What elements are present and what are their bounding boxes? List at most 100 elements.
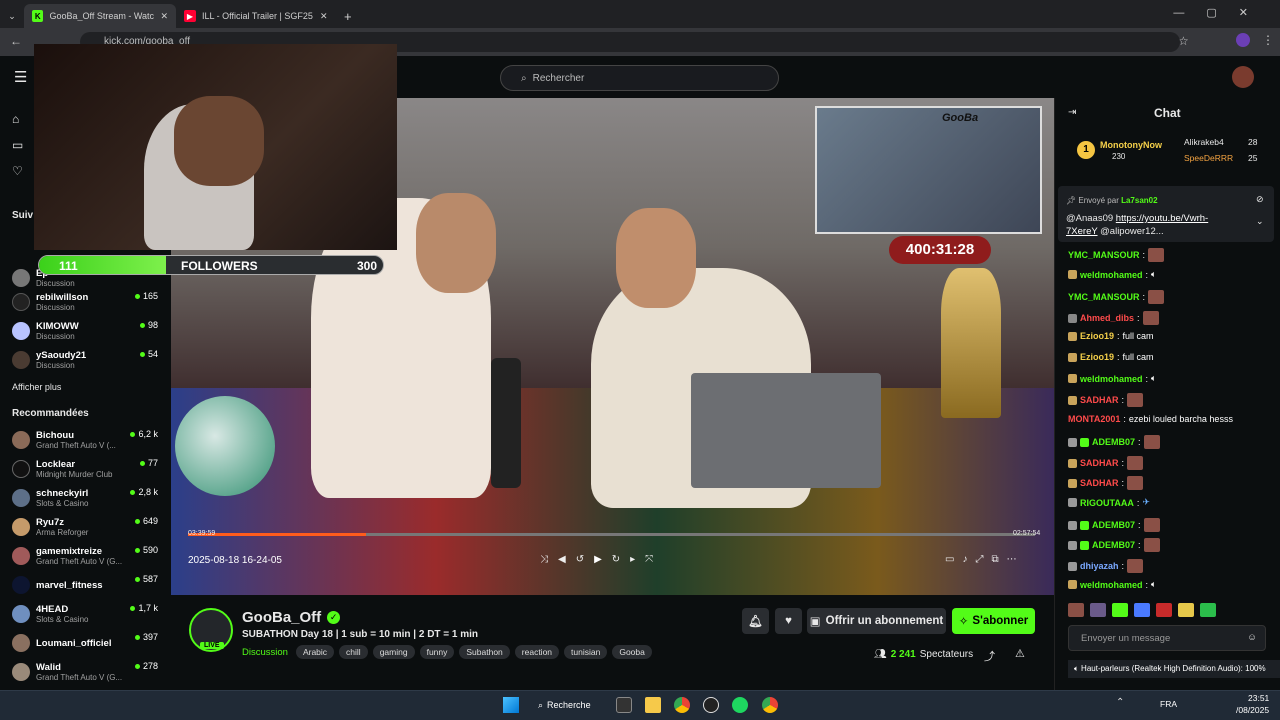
chat-username[interactable]: ADEMB07: [1092, 540, 1135, 550]
app-icon[interactable]: [703, 697, 719, 713]
subscribe-button[interactable]: ✧ S'abonner: [952, 608, 1035, 634]
playback-controls[interactable]: ⤨◀↺▶↻▸⤧: [540, 554, 663, 565]
unpin-icon[interactable]: ⊘: [1256, 194, 1264, 205]
chat-username[interactable]: YMC_MANSOUR: [1068, 292, 1140, 302]
report-warning-icon[interactable]: ⚠: [1015, 647, 1025, 660]
tag[interactable]: Gooba: [612, 645, 652, 659]
tag[interactable]: reaction: [514, 645, 560, 659]
window-controls[interactable]: —▢✕: [1173, 6, 1270, 19]
leaderboard-third-name[interactable]: SpeeDeRRR: [1184, 153, 1233, 163]
chat-username[interactable]: SADHAR: [1080, 458, 1119, 468]
tag[interactable]: gaming: [372, 645, 415, 659]
sidebar-channel-walid[interactable]: Walid Grand Theft Auto V (G... 278: [12, 658, 162, 686]
chat-username[interactable]: RIGOUTAAA: [1080, 498, 1134, 508]
video-seek-bar[interactable]: [188, 533, 1035, 536]
chat-username[interactable]: Ezioo19: [1080, 352, 1114, 362]
sidebar-channel-ysaoudy21[interactable]: ySaoudy21 Discussion 54: [12, 346, 162, 374]
taskbar-search[interactable]: ⌕ Recherche: [538, 695, 608, 715]
chrome-profile-icon[interactable]: [762, 697, 778, 713]
gift-subscription-button[interactable]: ▣ Offrir un abonnement: [807, 608, 946, 634]
tag[interactable]: funny: [419, 645, 455, 659]
viewer-count-text: 165: [142, 291, 158, 301]
tray-chevron-icon[interactable]: ⌃: [1116, 697, 1124, 708]
profile-avatar[interactable]: [1236, 33, 1250, 47]
new-tab-button[interactable]: +: [336, 4, 360, 28]
chat-username[interactable]: ADEMB07: [1092, 520, 1135, 530]
emote-icon[interactable]: [1112, 603, 1128, 617]
emote-icon[interactable]: [1090, 603, 1106, 617]
sidebar-channel-4head[interactable]: 4HEAD Slots & Casino 1,7 k: [12, 600, 162, 628]
chat-username[interactable]: MONTA2001: [1068, 414, 1120, 424]
back-icon[interactable]: ←: [10, 34, 22, 48]
tag[interactable]: Subathon: [459, 645, 510, 659]
sidebar-channel-bichouu[interactable]: Bichouu Grand Theft Auto V (... 6,2 k: [12, 426, 162, 454]
collapse-chat-icon[interactable]: ⇥: [1068, 107, 1076, 118]
sidebar-channel-rebilwillson[interactable]: rebilwillson Discussion 165: [12, 288, 162, 316]
chat-username[interactable]: SADHAR: [1080, 478, 1119, 488]
leaderboard-top-name[interactable]: MonotonyNow: [1100, 140, 1162, 150]
clock-time[interactable]: 23:51: [1248, 693, 1269, 703]
chat-username[interactable]: Ezioo19: [1080, 331, 1114, 341]
emote-icon[interactable]: [1178, 603, 1194, 617]
file-explorer-icon[interactable]: [645, 697, 661, 713]
share-icon[interactable]: ⤴: [984, 648, 995, 664]
hamburger-menu-icon[interactable]: ☰: [14, 68, 27, 86]
capcut-app-icon[interactable]: [616, 697, 632, 713]
chat-username[interactable]: weldmohamed: [1080, 270, 1143, 280]
chat-username[interactable]: weldmohamed: [1080, 580, 1143, 590]
tag[interactable]: tunisian: [564, 645, 608, 659]
notification-bell-button[interactable]: 🔔︎: [742, 608, 769, 634]
stream-category[interactable]: Discussion: [242, 647, 288, 658]
windows-start-icon[interactable]: [503, 697, 519, 713]
sidebar-channel-gamemixtreize[interactable]: gamemixtreize Grand Theft Auto V (G... 590: [12, 542, 162, 570]
pinned-author[interactable]: La7san02: [1121, 196, 1157, 205]
chat-message-input[interactable]: Envoyer un message ☺: [1068, 625, 1266, 651]
emote-icon[interactable]: [1068, 603, 1084, 617]
chat-username[interactable]: Ahmed_dibs: [1080, 313, 1134, 323]
tab-search-button[interactable]: ⌄: [0, 4, 24, 28]
sidebar-channel-kimoww[interactable]: KIMOWW Discussion 98: [12, 317, 162, 345]
browse-icon[interactable]: ▭: [12, 138, 23, 152]
sidebar-channel-loumani-officiel[interactable]: Loumani_officiel 397: [12, 629, 162, 657]
pinned-message[interactable]: 📌︎ Envoyé par La7san02 @Anaas09 https://…: [1058, 186, 1274, 242]
follow-heart-button[interactable]: ♥: [775, 608, 802, 634]
sidebar-channel-locklear[interactable]: Locklear Midnight Murder Club 77: [12, 455, 162, 483]
player-settings-controls[interactable]: ▭♪⤢⧉⋯: [945, 554, 1025, 565]
chat-username[interactable]: ADEMB07: [1092, 437, 1135, 447]
emote-icon[interactable]: [1200, 603, 1216, 617]
leaderboard-second-name[interactable]: Alikrakeb4: [1184, 137, 1224, 147]
channel-name[interactable]: GooBa_Off: [242, 609, 321, 626]
sidebar-channel-ryu7z[interactable]: Ryu7z Arma Reforger 649: [12, 513, 162, 541]
search-input[interactable]: ⌕ Rechercher: [500, 65, 779, 91]
chat-message: Ezioo19: full cam: [1068, 331, 1154, 341]
clock-date[interactable]: /08/2025: [1236, 705, 1269, 715]
avatar: [12, 605, 30, 623]
chat-username[interactable]: weldmohamed: [1080, 374, 1143, 384]
chevron-down-icon[interactable]: ⌄: [1256, 216, 1264, 227]
chat-username[interactable]: YMC_MANSOUR: [1068, 250, 1140, 260]
star-icon: ✧: [958, 616, 969, 628]
following-heart-icon[interactable]: ♡: [12, 164, 23, 178]
spotify-icon[interactable]: [732, 697, 748, 713]
chrome-icon[interactable]: [674, 697, 690, 713]
quick-emote-bar[interactable]: [1068, 601, 1268, 619]
home-icon[interactable]: ⌂: [12, 112, 19, 126]
show-more-link[interactable]: Afficher plus: [12, 382, 61, 392]
close-icon[interactable]: ✕: [160, 11, 168, 22]
emoji-picker-icon[interactable]: ☺: [1247, 632, 1257, 643]
browser-tab-kick[interactable]: K GooBa_Off Stream - Watch ✕: [24, 4, 176, 28]
sidebar-channel-marvel-fitness[interactable]: marvel_fitness 587: [12, 571, 162, 599]
viewer-count-text: 587: [142, 574, 158, 584]
tag[interactable]: chill: [339, 645, 368, 659]
chat-username[interactable]: dhiyazah: [1080, 561, 1119, 571]
menu-icon[interactable]: ⋮: [1262, 33, 1274, 47]
emote-icon[interactable]: [1156, 603, 1172, 617]
user-avatar[interactable]: [1232, 66, 1254, 88]
sidebar-channel-schneckyirl[interactable]: schneckyirl Slots & Casino 2,8 k: [12, 484, 162, 512]
chat-username[interactable]: SADHAR: [1080, 395, 1119, 405]
emote-icon[interactable]: [1134, 603, 1150, 617]
tag[interactable]: Arabic: [295, 645, 335, 659]
browser-tab-youtube[interactable]: ▶ ILL - Official Trailer | SGF25 - Yo ✕: [176, 4, 336, 28]
keyboard-language[interactable]: FRA: [1160, 699, 1177, 709]
close-icon[interactable]: ✕: [320, 11, 328, 22]
